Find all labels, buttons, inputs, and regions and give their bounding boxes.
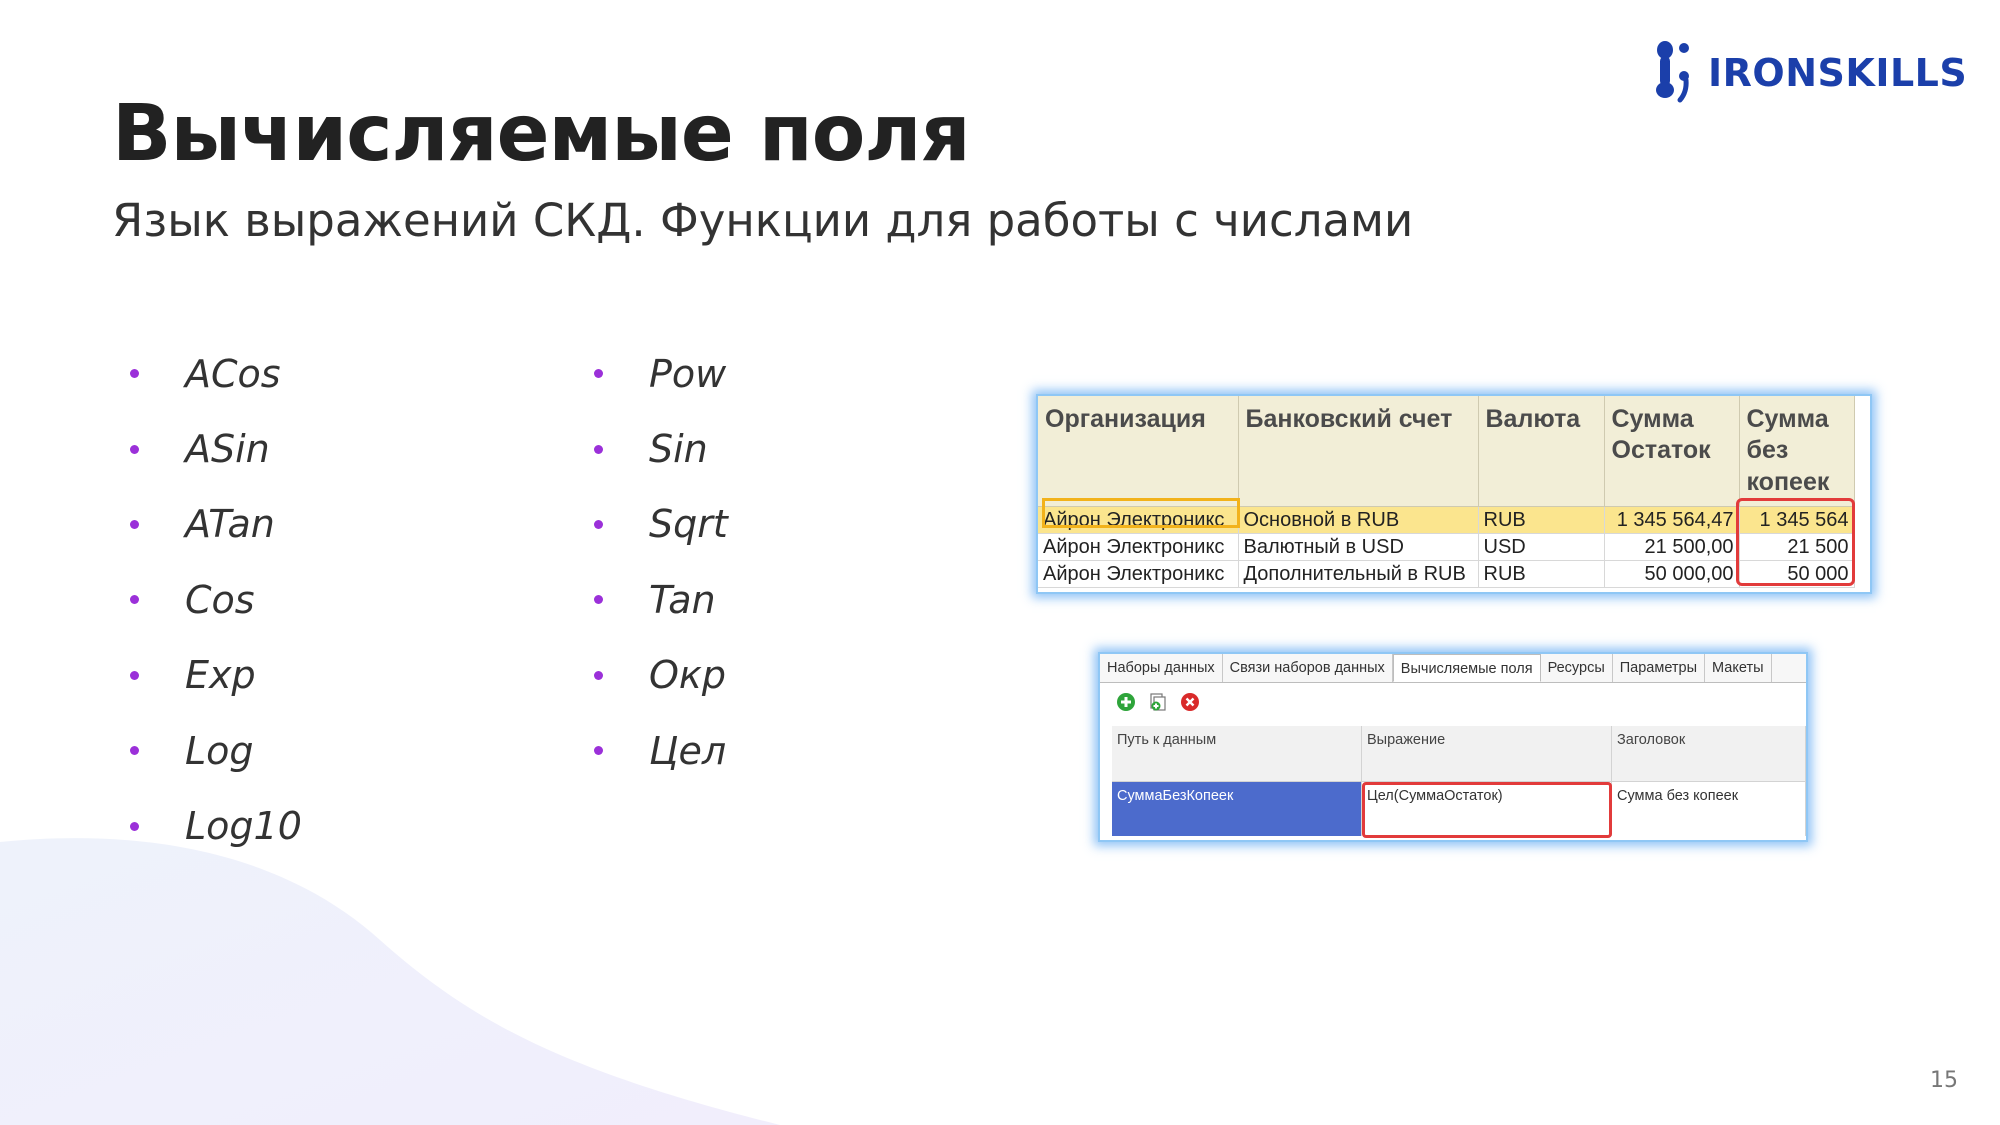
column-header-caption: Заголовок: [1612, 726, 1806, 782]
bullet-dot: [130, 746, 139, 756]
function-name: ACos: [185, 351, 281, 396]
cell-caption[interactable]: Сумма без копеек: [1612, 782, 1806, 836]
function-name: Pow: [649, 351, 727, 396]
function-name: Cos: [185, 577, 255, 622]
cell-bank-account: Основной в RUB: [1238, 506, 1479, 534]
column-header-bank-account: Банковский счет: [1238, 396, 1479, 507]
bullet-dot: [130, 670, 139, 680]
list-item: ACos: [112, 336, 302, 411]
function-name: Цел: [649, 728, 727, 773]
cell-bank-account: Дополнительный в RUB: [1238, 560, 1479, 588]
function-name: ATan: [185, 502, 275, 547]
table-row[interactable]: Айрон Электроникс Валютный в USD USD 21 …: [1038, 533, 1855, 561]
list-item: Tan: [576, 562, 728, 637]
copy-icon[interactable]: [1148, 692, 1168, 712]
cell-currency: RUB: [1478, 506, 1605, 534]
logo-text: IRONSKILLS: [1708, 51, 1968, 95]
cell-balance: 50 000,00: [1604, 560, 1740, 588]
bullet-dot: [130, 519, 139, 529]
cell-bank-account: Валютный в USD: [1238, 533, 1479, 561]
list-item: ATan: [112, 487, 302, 562]
function-name: Окр: [649, 653, 726, 698]
bullet-dot: [130, 444, 139, 454]
expression-highlight: [1362, 782, 1612, 838]
selected-cell-highlight: [1042, 498, 1240, 528]
bullet-dot: [594, 519, 603, 529]
bullet-dot: [594, 444, 603, 454]
tab-data-set-links[interactable]: Связи наборов данных: [1223, 654, 1393, 682]
tab-parameters[interactable]: Параметры: [1613, 654, 1706, 682]
bullet-dot: [130, 369, 139, 379]
bullet-dot: [594, 369, 603, 379]
function-name: Log: [185, 728, 254, 773]
slide-subtitle: Язык выражений СКД. Функции для работы с…: [112, 194, 1414, 247]
list-item: ASin: [112, 411, 302, 486]
logo-mark-icon: [1656, 41, 1689, 103]
bullet-dot: [594, 595, 603, 605]
cell-currency: RUB: [1478, 560, 1605, 588]
tab-layouts[interactable]: Макеты: [1705, 654, 1772, 682]
column-header-balance-rounded: Сумма без копеек: [1739, 396, 1855, 507]
tab-calculated-fields[interactable]: Вычисляемые поля: [1392, 654, 1541, 682]
functions-list-left: ACos ASin ATan Cos Exp Log Log10: [112, 336, 302, 864]
list-item: Sqrt: [576, 487, 728, 562]
report-result-screenshot: Организация Банковский счет Валюта Сумма…: [1036, 394, 1872, 594]
table-row[interactable]: Айрон Электроникс Дополнительный в RUB R…: [1038, 560, 1855, 588]
list-item: Log: [112, 713, 302, 788]
function-name: ASin: [185, 427, 270, 472]
function-name: Sin: [649, 427, 708, 472]
function-name: Sqrt: [649, 502, 728, 547]
list-item: Pow: [576, 336, 728, 411]
cell-balance: 1 345 564,47: [1604, 506, 1740, 534]
column-header-balance: Сумма Остаток: [1604, 396, 1740, 507]
rounded-column-highlight: [1736, 498, 1855, 586]
editor-toolbar: [1100, 683, 1806, 721]
list-item: Cos: [112, 562, 302, 637]
list-item: Цел: [576, 713, 728, 788]
bullet-dot: [130, 821, 139, 831]
bullet-dot: [594, 746, 603, 756]
function-name: Tan: [649, 577, 716, 622]
tab-data-sets[interactable]: Наборы данных: [1100, 654, 1223, 682]
function-name: Exp: [185, 653, 256, 698]
column-header-data-path: Путь к данным: [1112, 726, 1362, 782]
cell-organization: Айрон Электроникс: [1038, 533, 1239, 561]
functions-list-right: Pow Sin Sqrt Tan Окр Цел: [576, 336, 728, 788]
list-item: Exp: [112, 638, 302, 713]
add-icon[interactable]: [1116, 692, 1136, 712]
cell-currency: USD: [1478, 533, 1605, 561]
column-header-expression: Выражение: [1362, 726, 1612, 782]
list-item: Окр: [576, 638, 728, 713]
grid-header: Путь к данным Выражение Заголовок: [1112, 726, 1806, 782]
cell-data-path[interactable]: СуммаБезКопеек: [1112, 782, 1362, 836]
editor-tabs: Наборы данных Связи наборов данных Вычис…: [1100, 654, 1806, 683]
ironskills-logo: IRONSKILLS: [1650, 38, 1967, 108]
function-name: Log10: [185, 804, 302, 849]
page-number: 15: [1930, 1068, 1958, 1093]
bullet-dot: [130, 595, 139, 605]
tab-resources[interactable]: Ресурсы: [1541, 654, 1613, 682]
cell-balance: 21 500,00: [1604, 533, 1740, 561]
list-item: Log10: [112, 788, 302, 863]
bullet-dot: [594, 670, 603, 680]
cell-organization: Айрон Электроникс: [1038, 560, 1239, 588]
slide-title: Вычисляемые поля: [112, 89, 971, 179]
delete-icon[interactable]: [1180, 692, 1200, 712]
calculated-fields-editor-screenshot: Наборы данных Связи наборов данных Вычис…: [1098, 652, 1808, 842]
column-header-currency: Валюта: [1478, 396, 1605, 507]
report-table: Организация Банковский счет Валюта Сумма…: [1038, 396, 1855, 588]
column-header-organization: Организация: [1038, 396, 1239, 507]
list-item: Sin: [576, 411, 728, 486]
